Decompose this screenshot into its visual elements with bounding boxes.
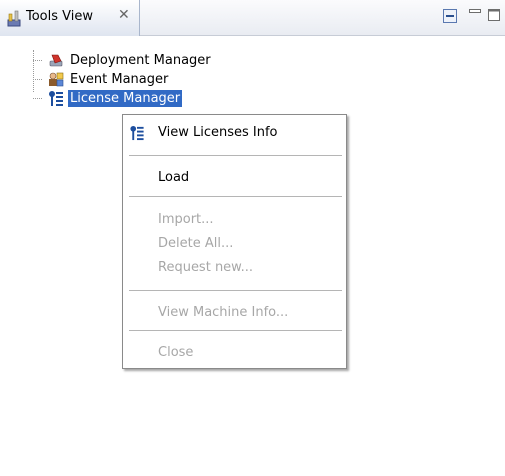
menu-separator xyxy=(129,330,342,331)
menu-item-label: Request new... xyxy=(158,260,254,275)
menu-item-label: Close xyxy=(158,345,194,360)
menu-item-view-licenses-info[interactable]: View Licenses Info xyxy=(123,122,346,144)
menu-separator xyxy=(129,290,342,291)
close-icon[interactable]: ✕ xyxy=(118,7,130,23)
tree-item-label: Deployment Manager xyxy=(70,53,211,68)
menu-item-close[interactable]: Close xyxy=(123,342,346,364)
tools-view-tab[interactable]: Tools View ✕ xyxy=(0,0,140,36)
tree-item-deployment-manager[interactable]: Deployment Manager xyxy=(48,51,248,70)
menu-item-view-machine-info[interactable]: View Machine Info... xyxy=(123,302,346,324)
tools-icon xyxy=(6,8,22,28)
menu-item-label: Load xyxy=(158,170,190,185)
tree-item-label: Event Manager xyxy=(70,72,169,87)
menu-item-label: View Licenses Info xyxy=(158,125,278,140)
tree-item-label: License Manager xyxy=(68,90,183,107)
tree-connector xyxy=(33,98,42,99)
menu-item-delete-all[interactable]: Delete All... xyxy=(123,233,346,255)
menu-item-import[interactable]: Import... xyxy=(123,209,346,231)
tree-item-event-manager[interactable]: Event Manager xyxy=(48,70,248,89)
menu-item-load[interactable]: Load xyxy=(123,167,346,189)
deployment-icon xyxy=(48,52,64,69)
view-title-bar: Tools View ✕ xyxy=(0,0,505,36)
license-icon xyxy=(129,125,145,141)
view-title: Tools View xyxy=(26,9,94,24)
menu-separator xyxy=(129,155,342,156)
menu-separator xyxy=(129,196,342,197)
tree-connector xyxy=(33,60,42,61)
collapse-all-icon[interactable] xyxy=(442,7,458,29)
menu-item-label: Delete All... xyxy=(158,236,234,251)
maximize-icon[interactable] xyxy=(487,7,501,27)
menu-item-label: Import... xyxy=(158,212,214,227)
tree-item-license-manager[interactable]: License Manager xyxy=(48,89,248,108)
license-icon xyxy=(48,90,64,107)
context-menu: View Licenses Info Load Import... Delete… xyxy=(122,114,347,369)
tree-connector xyxy=(33,50,34,92)
minimize-icon[interactable] xyxy=(468,7,482,25)
event-icon xyxy=(48,71,64,88)
menu-item-request-new[interactable]: Request new... xyxy=(123,257,346,279)
menu-item-label: View Machine Info... xyxy=(158,305,289,320)
tree-connector xyxy=(33,79,42,80)
